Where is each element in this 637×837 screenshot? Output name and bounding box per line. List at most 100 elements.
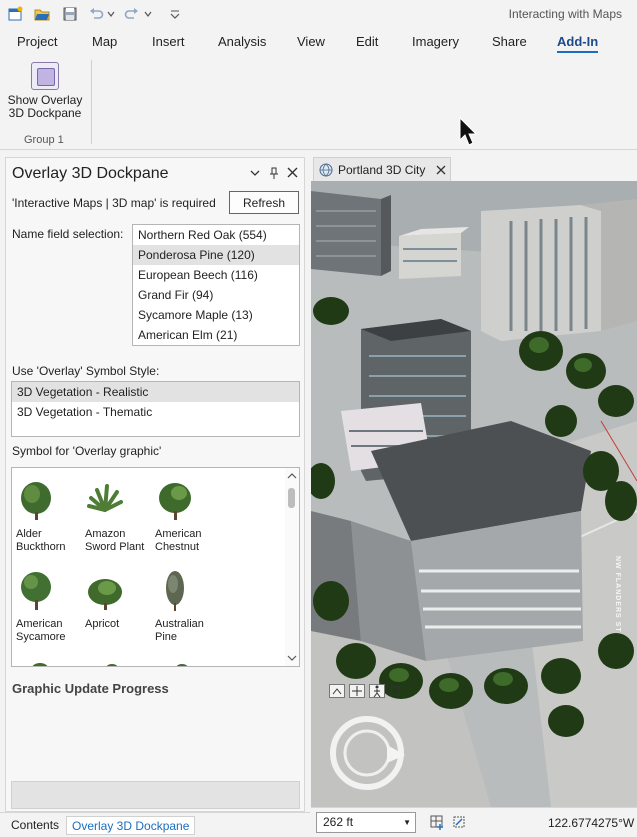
symbol-name-line1: Australian <box>155 618 204 630</box>
bottom-pane-tabs: Contents Overlay 3D Dockpane <box>0 812 310 837</box>
street-label: NW FLANDERS ST <box>614 556 621 633</box>
overlay-3d-dockpane: Overlay 3D Dockpane 'Interactive Maps | … <box>5 157 305 812</box>
symbol-name-line1: Apricot <box>85 618 120 630</box>
scrollbar-thumb[interactable] <box>288 488 295 508</box>
graphic-update-progress-bar <box>11 781 300 809</box>
list-item-selected[interactable]: Ponderosa Pine (120) <box>133 245 299 265</box>
symbol-gallery[interactable]: Alder Buckthorn Amazon Sword Plant Ameri… <box>11 467 300 667</box>
tree-icon <box>21 572 51 610</box>
dockpane-icon <box>31 62 59 90</box>
tab-contents[interactable]: Contents <box>6 816 64 835</box>
tab-edit[interactable]: Edit <box>356 34 378 49</box>
list-item[interactable]: American Elm (21) <box>133 325 299 345</box>
move-icon[interactable] <box>349 684 365 698</box>
mouse-cursor-icon <box>459 117 477 146</box>
pin-icon[interactable] <box>268 166 279 179</box>
grid-snap-icon[interactable] <box>429 814 445 830</box>
symbol-apricot[interactable]: Apricot <box>85 570 155 631</box>
symbol-name-line1: Amazon <box>85 528 126 540</box>
tab-imagery[interactable]: Imagery <box>412 34 459 49</box>
symbol-style-list[interactable]: 3D Vegetation - Realistic 3D Vegetation … <box>11 381 300 437</box>
tab-insert[interactable]: Insert <box>152 34 185 49</box>
symbol-name-line2: Sycamore <box>16 631 66 643</box>
show-overlay-label-2: 3D Dockpane <box>8 106 82 120</box>
map-tab-portland-3d-city[interactable]: Portland 3D City <box>313 157 451 181</box>
more-symbols-row <box>30 656 220 666</box>
list-item[interactable]: 3D Vegetation - Thematic <box>12 402 299 422</box>
scroll-up-icon[interactable] <box>285 470 299 482</box>
undo-dropdown-icon[interactable] <box>106 5 116 23</box>
refresh-map-icon[interactable] <box>451 814 467 830</box>
name-field-list[interactable]: Northern Red Oak (554) Ponderosa Pine (1… <box>132 224 300 346</box>
symbol-gallery-scrollbar[interactable] <box>285 468 299 666</box>
app-title: Interacting with Maps <box>508 7 622 21</box>
symbol-name-line1: American <box>16 618 63 630</box>
redo-dropdown-icon[interactable] <box>143 5 153 23</box>
chevron-down-icon[interactable] <box>249 166 260 179</box>
tree-icon <box>21 482 51 520</box>
map-view-3d[interactable]: NW FLANDERS ST <box>311 181 637 807</box>
tab-share[interactable]: Share <box>492 34 527 49</box>
pan-mode-icon[interactable] <box>329 684 345 698</box>
undo-icon[interactable] <box>87 5 105 23</box>
tree-icon <box>88 579 122 610</box>
tree-icon <box>166 571 184 611</box>
navigator-rotate-icon[interactable] <box>329 713 409 793</box>
tree-icon <box>159 483 191 520</box>
show-overlay-dockpane-button[interactable]: Show Overlay 3D Dockpane <box>6 60 84 126</box>
scroll-down-icon[interactable] <box>285 652 299 664</box>
navigator-controls <box>329 684 401 698</box>
progress-label: Graphic Update Progress <box>12 681 169 696</box>
fullscreen-icon[interactable] <box>389 684 401 698</box>
symbol-alder-buckthorn[interactable]: Alder Buckthorn <box>16 480 86 554</box>
close-icon[interactable] <box>436 165 446 175</box>
name-field-label: Name field selection: <box>12 227 124 241</box>
plant-icon <box>87 484 123 512</box>
tab-map[interactable]: Map <box>92 34 117 49</box>
save-icon[interactable] <box>61 5 79 23</box>
customize-qat-icon[interactable] <box>166 5 184 23</box>
map-tab-bar: Portland 3D City <box>311 155 637 181</box>
tab-overlay-3d-dockpane[interactable]: Overlay 3D Dockpane <box>66 816 196 835</box>
scale-selector[interactable]: 262 ft ▼ <box>316 812 416 833</box>
symbol-name-line2: Sword Plant <box>85 541 145 553</box>
tab-project[interactable]: Project <box>17 34 57 49</box>
list-item[interactable]: European Beech (116) <box>133 265 299 285</box>
new-project-icon[interactable] <box>6 5 24 23</box>
symbol-name-line2: Chestnut <box>155 541 200 553</box>
coordinate-readout: 122.6774275°W 4 <box>548 816 637 830</box>
group-separator <box>91 60 92 144</box>
symbol-american-chestnut[interactable]: American Chestnut <box>155 480 225 554</box>
close-icon[interactable] <box>287 166 298 179</box>
open-folder-icon[interactable] <box>33 5 51 23</box>
list-item[interactable]: Grand Fir (94) <box>133 285 299 305</box>
symbol-name-line1: Alder <box>16 528 42 540</box>
symbol-name-line1: American <box>155 528 202 540</box>
symbol-amazon-sword-plant[interactable]: Amazon Sword Plant <box>85 480 155 554</box>
map-tab-label: Portland 3D City <box>338 162 426 177</box>
dockpane-title: Overlay 3D Dockpane <box>12 165 169 182</box>
group-label: Group 1 <box>24 134 64 146</box>
list-item[interactable]: Sycamore Maple (13) <box>133 305 299 325</box>
symbol-australian-pine[interactable]: Australian Pine <box>155 570 225 644</box>
list-item[interactable]: Northern Red Oak (554) <box>133 225 299 245</box>
symbol-style-label: Use 'Overlay' Symbol Style: <box>12 364 160 378</box>
tab-view[interactable]: View <box>297 34 325 49</box>
ribbon-panel: Show Overlay 3D Dockpane Group 1 <box>0 56 637 150</box>
ribbon-tabs: Project Map Insert Analysis View Edit Im… <box>0 28 637 83</box>
map-status-bar: 262 ft ▼ 122.6774275°W 4 <box>311 807 637 837</box>
list-item-selected[interactable]: 3D Vegetation - Realistic <box>12 382 299 402</box>
symbol-name-line2: Buckthorn <box>16 541 66 553</box>
scale-value: 262 ft <box>323 815 354 829</box>
symbol-american-sycamore[interactable]: American Sycamore <box>16 570 86 644</box>
refresh-button[interactable]: Refresh <box>229 191 299 214</box>
chevron-down-icon: ▼ <box>403 818 411 827</box>
tab-analysis[interactable]: Analysis <box>218 34 266 49</box>
redo-icon[interactable] <box>123 5 141 23</box>
quick-access-toolbar: Interacting with Maps <box>0 0 637 28</box>
walk-mode-icon[interactable] <box>369 684 385 698</box>
symbol-gallery-label: Symbol for 'Overlay graphic' <box>12 444 162 458</box>
requirement-text: 'Interactive Maps | 3D map' is required <box>12 196 216 210</box>
tab-add-in[interactable]: Add-In <box>557 34 599 53</box>
symbol-name-line2: Pine <box>155 631 178 643</box>
